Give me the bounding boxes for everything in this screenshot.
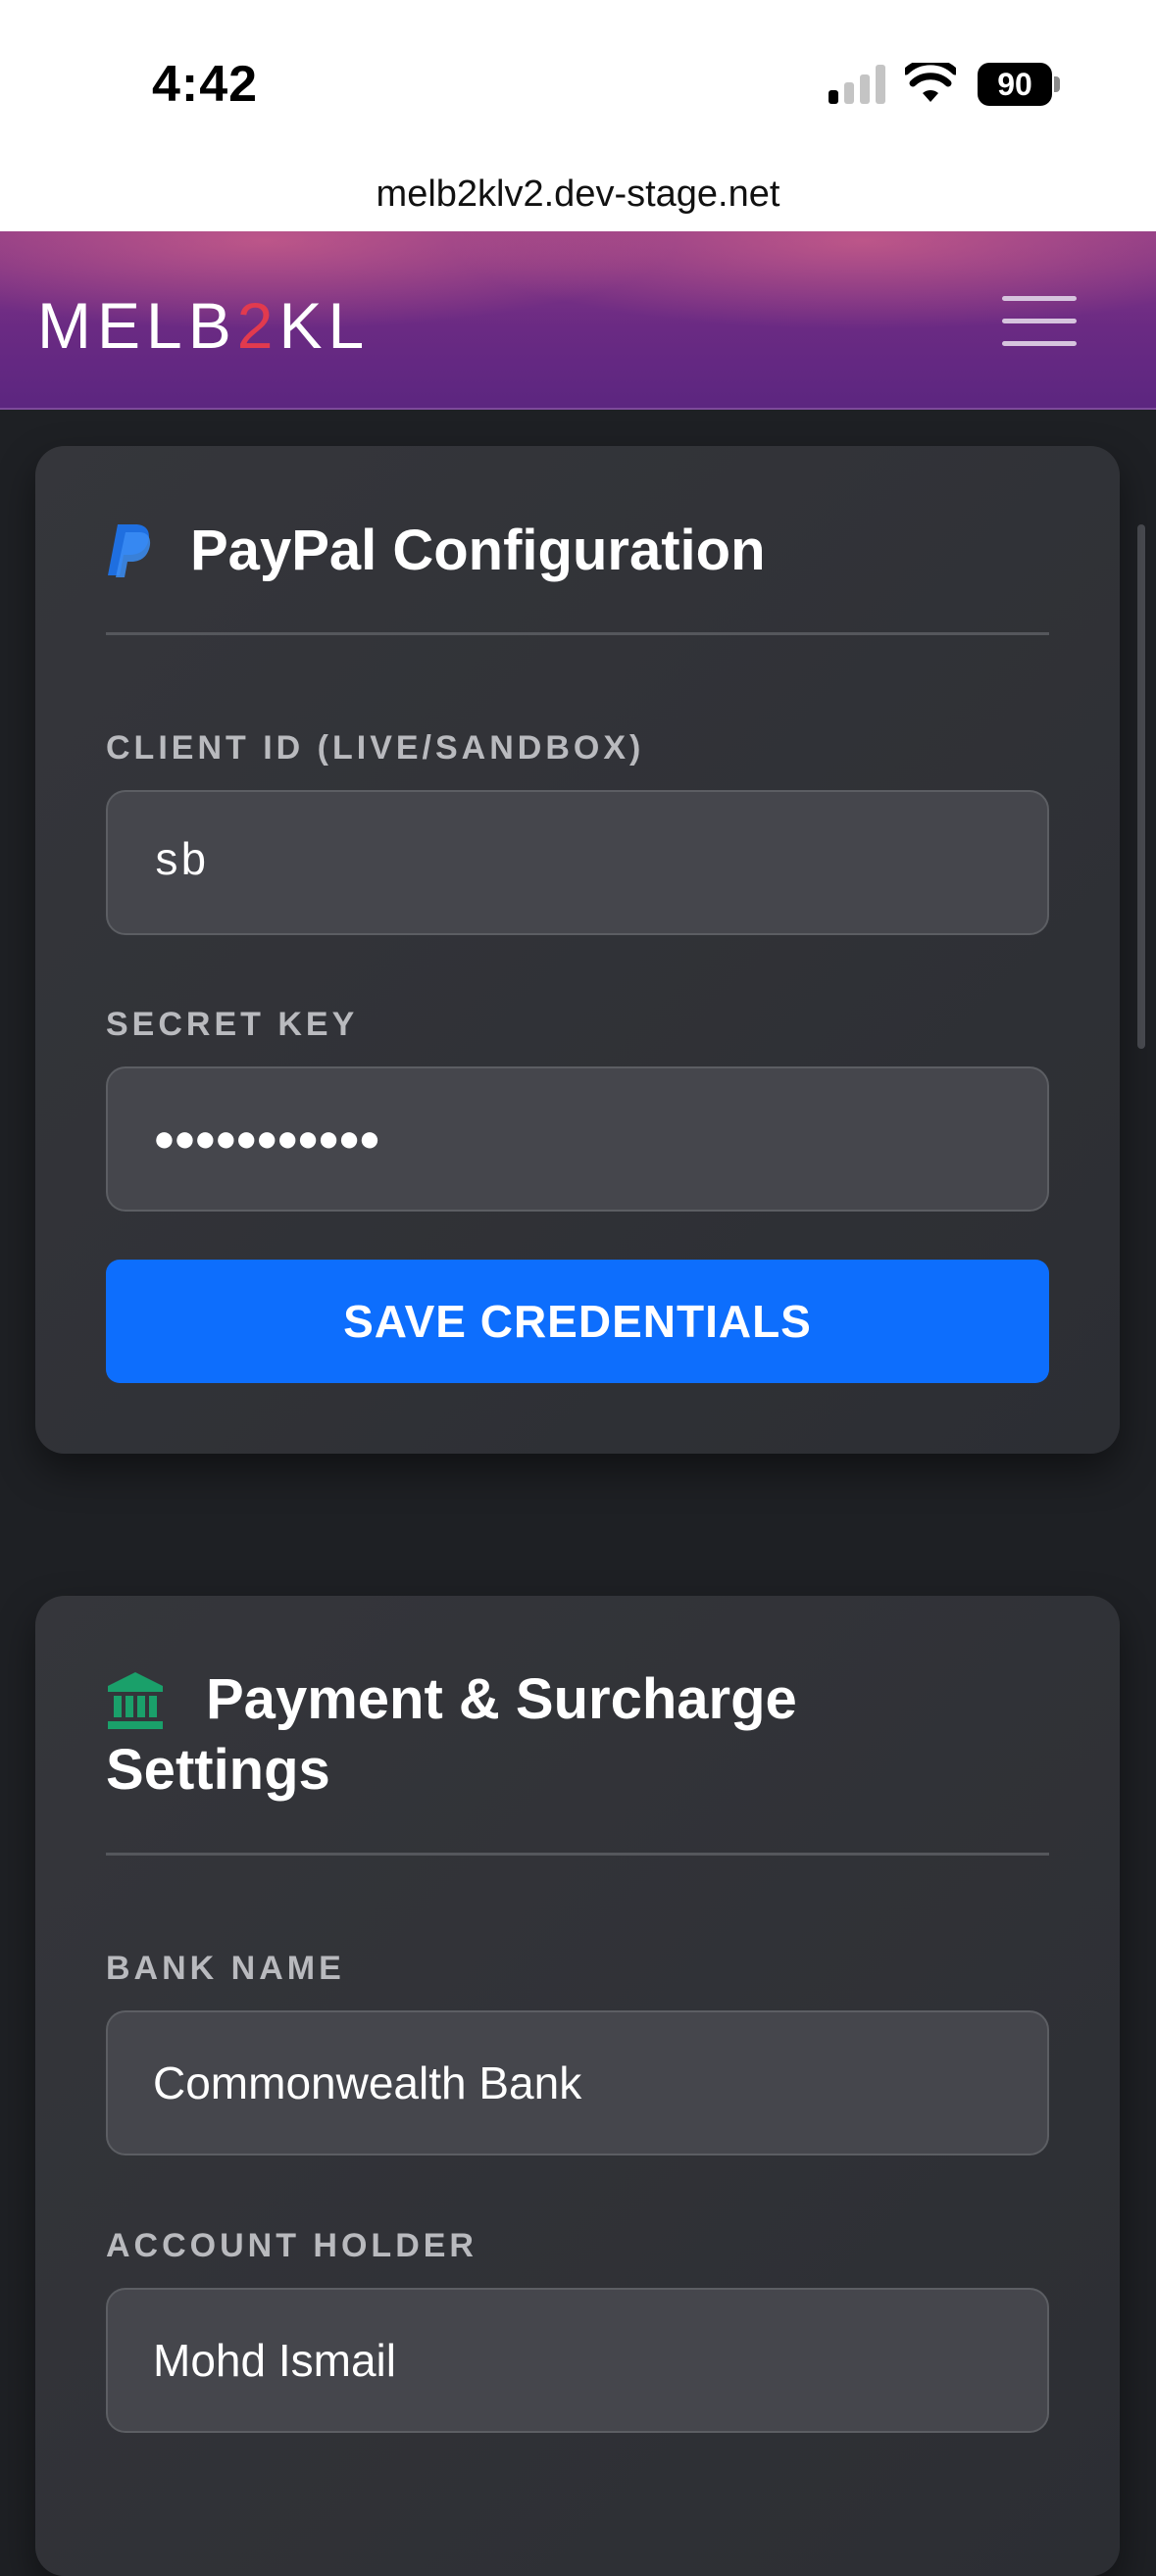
- logo-accent: 2: [236, 289, 279, 362]
- client-id-label: CLIENT ID (LIVE/SANDBOX): [106, 729, 645, 767]
- cellular-signal-icon: [829, 65, 885, 104]
- account-holder-label: ACCOUNT HOLDER: [106, 2227, 477, 2264]
- battery-icon: 90: [978, 63, 1060, 106]
- payment-card-title-line2: Settings: [106, 1738, 330, 1802]
- secret-key-label: SECRET KEY: [106, 1006, 359, 1043]
- site-logo[interactable]: MELB2KL: [37, 288, 370, 363]
- paypal-icon: [108, 524, 151, 577]
- divider: [106, 1853, 1049, 1856]
- logo-prefix: MELB: [37, 289, 237, 362]
- client-id-input[interactable]: sb: [106, 790, 1049, 935]
- account-holder-input[interactable]: Mohd Ismail: [106, 2288, 1049, 2433]
- payment-card-title-line1: Payment & Surcharge: [206, 1667, 797, 1731]
- payment-surcharge-settings-card: Payment & Surcharge Settings BANK NAME C…: [35, 1596, 1120, 2576]
- hamburger-menu-button[interactable]: [1002, 290, 1077, 351]
- wifi-icon: [905, 63, 956, 102]
- paypal-card-title: PayPal Configuration: [190, 519, 766, 582]
- divider: [106, 632, 1049, 635]
- scrollbar[interactable]: [1137, 524, 1145, 1049]
- bank-name-input[interactable]: Commonwealth Bank: [106, 2010, 1049, 2155]
- logo-suffix: KL: [278, 289, 371, 362]
- status-time: 4:42: [152, 56, 259, 113]
- hamburger-icon: [1002, 296, 1077, 301]
- save-credentials-button[interactable]: SAVE CREDENTIALS: [106, 1260, 1049, 1383]
- site-header: MELB2KL: [0, 231, 1156, 410]
- paypal-configuration-card: PayPal Configuration CLIENT ID (LIVE/SAN…: [35, 446, 1120, 1454]
- bank-name-label: BANK NAME: [106, 1950, 345, 1987]
- payment-card-title: Payment & Surcharge Settings: [106, 1664, 797, 1806]
- address-bar[interactable]: melb2klv2.dev-stage.net: [0, 157, 1156, 231]
- url-text: melb2klv2.dev-stage.net: [376, 173, 780, 215]
- secret-key-input[interactable]: ●●●●●●●●●●●: [106, 1066, 1049, 1212]
- battery-level: 90: [978, 63, 1052, 106]
- status-bar: 4:42 90: [0, 0, 1156, 157]
